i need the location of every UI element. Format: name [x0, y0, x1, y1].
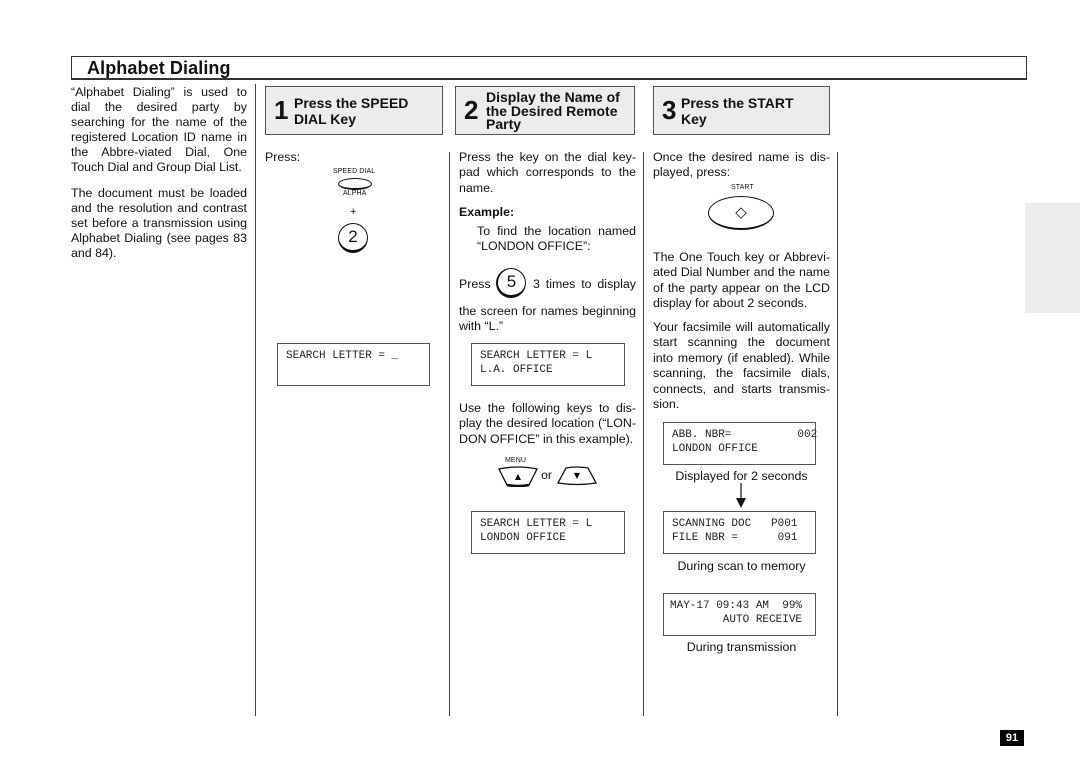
lcd-display: SCANNING DOC P001 FILE NBR = 091 — [663, 511, 816, 554]
column-divider — [449, 152, 450, 716]
step-3-info: The One Touch key or Abbrevi-ated Dial N… — [653, 250, 830, 311]
column-divider — [643, 152, 644, 716]
plus-sign: + — [350, 206, 357, 218]
example-text: To find the location named “LONDON OFFIC… — [477, 224, 636, 254]
press-continued: the screen for names beginning with “L.” — [459, 304, 636, 334]
lcd-display: SEARCH LETTER = _ — [277, 343, 430, 386]
step-3-instruction: Once the desired name is dis-played, pre… — [653, 150, 830, 180]
start-label: START — [731, 184, 754, 191]
press-label: Press: — [265, 150, 301, 164]
lcd-caption: Displayed for 2 seconds — [675, 469, 808, 483]
lcd-display: SEARCH LETTER = L L.A. OFFICE — [471, 343, 625, 386]
step-number: 2 — [464, 95, 479, 125]
digit-key-5-icon: 5 — [496, 268, 526, 298]
press-rest: 3 times to display — [533, 277, 636, 291]
digit-key-2-icon: 2 — [338, 223, 368, 253]
step-3-scan-info: Your facsimile will automatically start … — [653, 320, 830, 412]
step-2-header: 2 Display the Name of the Desired Remote… — [455, 86, 635, 135]
or-label: or — [541, 468, 553, 482]
step-heading: Press the SPEED DIAL Key — [294, 95, 409, 127]
lcd-display: MAY-17 09:43 AM 99% AUTO RECEIVE — [663, 593, 816, 636]
step-number: 1 — [274, 95, 289, 125]
lcd-caption: During transmission — [686, 640, 797, 654]
step-number: 3 — [662, 95, 677, 125]
chapter-side-tab — [1025, 203, 1080, 313]
intro-paragraph: “Alphabet Dialing” is used to dial the d… — [71, 85, 247, 175]
step-1-header: 1 Press the SPEED DIAL Key — [265, 86, 443, 135]
lcd-caption: During scan to memory — [677, 559, 806, 573]
menu-label: MENU — [505, 457, 527, 464]
speed-dial-label: SPEED DIAL — [333, 168, 376, 175]
step-2-instruction: Press the key on the dial key-pad which … — [459, 150, 636, 195]
down-arrow-icon — [736, 483, 746, 508]
step-3-header: 3 Press the START Key — [653, 86, 830, 135]
lcd-display: ABB. NBR= 002 LONDON OFFICE — [663, 422, 817, 465]
intro-text: “Alphabet Dialing” is used to dial the d… — [71, 85, 247, 271]
up-arrow-glyph: ▲ — [515, 472, 522, 481]
page-number: 91 — [1000, 730, 1024, 746]
example-label: Example: — [459, 205, 515, 219]
use-keys-text: Use the following keys to dis-play the d… — [459, 401, 636, 446]
page-title: Alphabet Dialing — [87, 58, 231, 78]
section-title-box: Alphabet Dialing — [71, 56, 1027, 80]
start-diamond-icon: ◇ — [735, 203, 747, 221]
down-arrow-glyph: ▼ — [574, 471, 581, 480]
speed-dial-key-icon — [338, 178, 372, 190]
start-key-icon: ◇ — [708, 196, 774, 230]
up-arrow-key-icon: ▲ — [498, 466, 538, 487]
step-heading: Press the START Key — [681, 95, 794, 127]
column-divider — [255, 84, 256, 716]
press-word: Press — [459, 277, 491, 291]
column-divider — [837, 152, 838, 716]
down-arrow-key-icon: ▼ — [556, 466, 598, 486]
intro-paragraph: The document must be loaded and the reso… — [71, 185, 247, 260]
lcd-display: SEARCH LETTER = L LONDON OFFICE — [471, 511, 625, 554]
alpha-label: ALPHA — [343, 190, 367, 197]
step-heading: Display the Name of the Desired Remote P… — [486, 89, 620, 132]
